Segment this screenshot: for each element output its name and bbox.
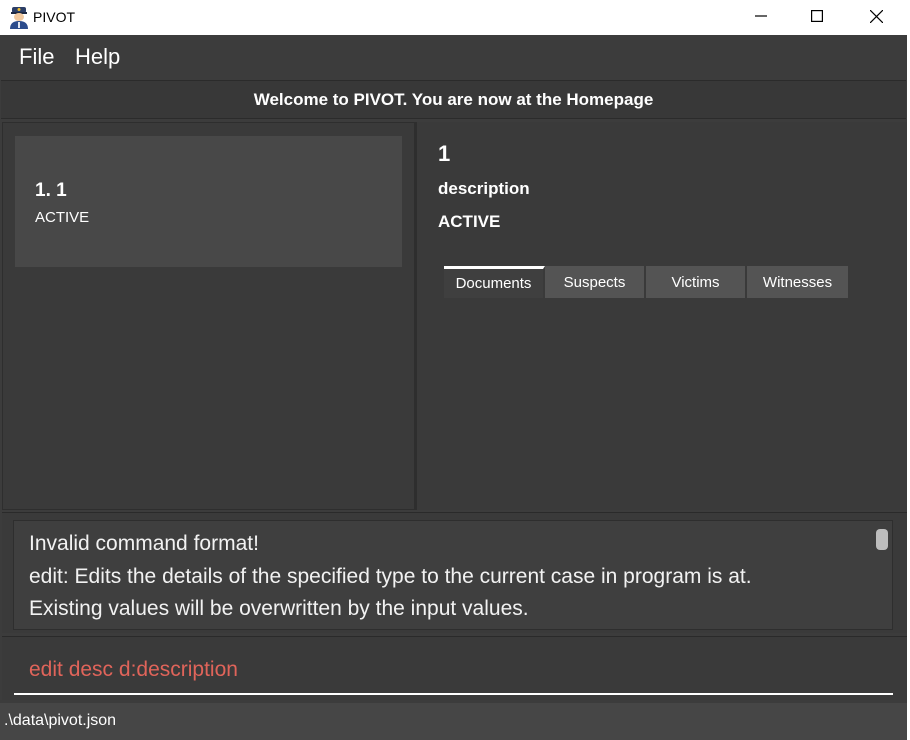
case-list-panel[interactable]: 1. 1 ACTIVE [2,122,415,510]
welcome-banner: Welcome to PIVOT. You are now at the Hom… [1,80,906,119]
window-title: PIVOT [33,9,76,25]
storage-path: .\data\pivot.json [4,712,117,729]
result-line: Invalid command format! [29,532,259,555]
result-line: edit: Edits the details of the specified… [29,565,752,588]
result-scrollbar-thumb[interactable] [876,529,888,550]
case-detail-tabs: Documents Suspects Victims Witnesses [444,266,848,298]
case-item-title: 1. 1 [35,180,67,201]
menu-file[interactable]: File [19,44,54,70]
result-display-panel: Invalid command format! edit: Edits the … [2,512,907,633]
maximize-button[interactable] [788,0,846,32]
maximize-icon [811,10,823,22]
status-bar: .\data\pivot.json [0,703,907,740]
command-box: edit desc d:description [2,636,907,700]
case-detail-description: description [438,179,530,198]
menu-help[interactable]: Help [75,44,120,70]
minimize-icon [755,15,767,17]
tab-suspects[interactable]: Suspects [545,266,646,298]
minimize-button[interactable] [732,0,790,32]
case-detail-title: 1 [438,141,451,166]
case-item-status: ACTIVE [35,209,90,226]
police-officer-icon [10,7,28,29]
tab-victims[interactable]: Victims [646,266,747,298]
command-input[interactable]: edit desc d:description [29,658,238,682]
close-button[interactable] [847,0,905,32]
command-input-underline [14,693,893,695]
case-list-item[interactable]: 1. 1 ACTIVE [15,136,402,267]
menu-bar: File Help [0,35,907,79]
tab-witnesses[interactable]: Witnesses [747,266,848,298]
title-bar: PIVOT [0,0,910,35]
tab-documents[interactable]: Documents [444,266,545,298]
app-window: File Help Welcome to PIVOT. You are now … [0,35,907,740]
case-detail-panel: 1 description ACTIVE Documents Suspects … [417,122,907,510]
close-icon [869,9,883,23]
result-line: Existing values will be overwritten by t… [29,597,529,620]
case-detail-status: ACTIVE [438,212,501,231]
welcome-message: Welcome to PIVOT. You are now at the Hom… [253,89,654,109]
result-display[interactable]: Invalid command format! edit: Edits the … [13,520,893,630]
